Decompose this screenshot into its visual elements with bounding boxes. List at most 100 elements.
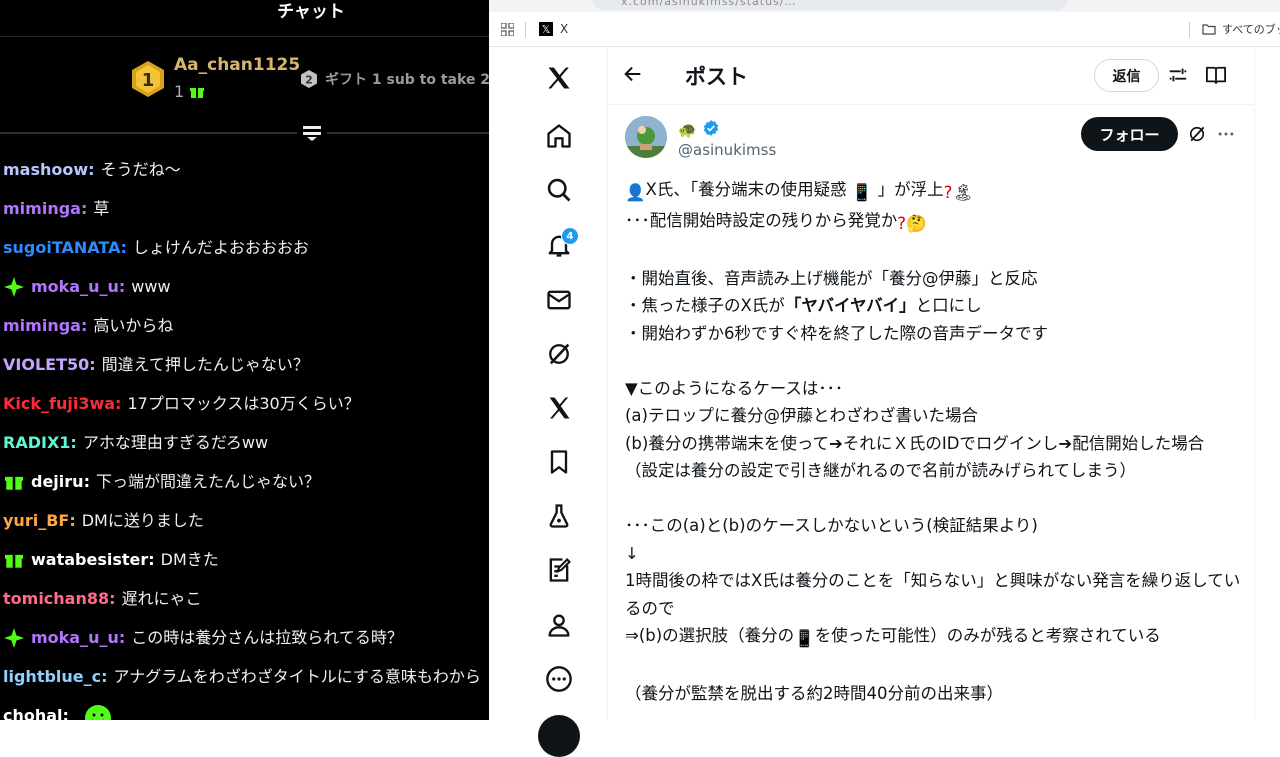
- chat-message: tomichan88: 遅れにゃこ: [0, 579, 489, 618]
- reader-mode-icon[interactable]: [1205, 65, 1227, 85]
- post-line: （設定は養分の設定で引き継がれるので名前が読みげられてしまう）: [625, 461, 1137, 480]
- x-favicon-icon: 𝕏: [539, 22, 553, 36]
- follow-button[interactable]: フォロー: [1081, 117, 1178, 151]
- divider: [0, 132, 489, 134]
- chat-colon: :: [115, 394, 122, 413]
- chat-message: RADIX1: アホな理由すぎるだろww: [0, 423, 489, 462]
- post-line: ･･･配信開始時設定の残りから発覚か: [625, 210, 898, 230]
- post-line: ・開始直後、音声読み上げ機能が「養分@伊藤」と反応: [625, 268, 1038, 288]
- chat-text: 高いからね: [93, 316, 174, 335]
- post-line: (b)養分の携帯端末を使って➔それにＸ氏のIDでログインし➔配信開始した場合: [625, 433, 1205, 453]
- chat-username[interactable]: miminga: [3, 306, 81, 345]
- avatar[interactable]: [625, 116, 667, 158]
- chat-message: miminga: 草: [0, 189, 489, 228]
- sort-settings-icon[interactable]: [1167, 64, 1189, 86]
- flask-icon[interactable]: [544, 501, 574, 531]
- chat-colon: :: [148, 550, 155, 569]
- page-title: ポスト: [685, 65, 748, 89]
- chat-text: 間違えて押したんじゃない？: [101, 355, 309, 374]
- all-bookmarks-label: すべてのブック: [1222, 23, 1280, 36]
- chat-username[interactable]: moka_u_u: [31, 267, 119, 306]
- x-logo-icon[interactable]: [544, 63, 574, 93]
- post-line: X氏、「養分端末の使用疑惑: [645, 180, 847, 199]
- chat-message: dejiru: 下っ端が間違えたんじゃない？: [0, 462, 489, 501]
- post-line: ▼このようになるケースは･･･: [625, 378, 844, 398]
- rank-1-badge-icon: 1: [132, 61, 164, 97]
- scrollbar[interactable]: [1254, 47, 1255, 720]
- post-detail: ポスト 返信 🐢 @asinukimss フォロー 👤X氏、「養分端末の使用疑惑…: [608, 47, 1253, 720]
- top-gifter-name[interactable]: Aa_chan1125: [174, 55, 300, 75]
- post-line: ・開始わずか6秒ですぐ枠を終了した際の音声データです: [625, 323, 1048, 343]
- chat-colon: :: [70, 433, 77, 452]
- island-icon: 🏝: [952, 183, 974, 202]
- menu-collapse-icon: [303, 126, 321, 141]
- chat-colon: :: [118, 277, 126, 296]
- chat-username[interactable]: sugoiTANATA: [3, 228, 120, 267]
- verified-badge-icon: [703, 120, 719, 136]
- browser-window: x.com/asinukimss/status/… 𝕏 X すべてのブック: [489, 0, 1280, 757]
- compose-post-button[interactable]: [538, 715, 580, 757]
- back-arrow-icon[interactable]: [622, 63, 644, 85]
- chat-username[interactable]: miminga: [3, 189, 81, 228]
- chat-text: www: [131, 277, 171, 296]
- chat-username[interactable]: RADIX1: [3, 423, 70, 462]
- profile-icon[interactable]: [544, 610, 574, 640]
- chat-colon: :: [83, 472, 90, 491]
- chat-username[interactable]: VIOLET50: [3, 345, 89, 384]
- green-smiley-emote-icon: [83, 701, 113, 720]
- user-handle[interactable]: @asinukimss: [678, 141, 776, 159]
- sparkle-badge-icon: [3, 276, 25, 298]
- bookmark-x[interactable]: 𝕏 X: [539, 22, 568, 36]
- chat-username[interactable]: moka_u_u: [31, 618, 119, 657]
- question-mark-icon: ?: [897, 213, 907, 233]
- divider: [608, 104, 1253, 105]
- chat-username[interactable]: chohal: [3, 696, 63, 720]
- premium-x-icon[interactable]: [544, 393, 574, 423]
- chat-username[interactable]: tomichan88: [3, 579, 109, 618]
- chat-message: sugoiTANATA: しょけんだよおおおおお: [0, 228, 489, 267]
- chat-username[interactable]: mashoow: [3, 150, 88, 189]
- home-icon[interactable]: [544, 121, 574, 151]
- divider: [0, 36, 489, 37]
- chat-username[interactable]: Kick_fuji3wa: [3, 384, 115, 423]
- articles-icon[interactable]: [544, 555, 574, 585]
- gift-count: 1: [174, 82, 185, 101]
- folder-icon: [1202, 24, 1216, 35]
- address-bar[interactable]: x.com/asinukimss/status/…: [593, 0, 1067, 10]
- notification-count-badge: 4: [561, 227, 579, 245]
- chat-message: miminga: 高いからね: [0, 306, 489, 345]
- chat-text: DMきた: [160, 550, 219, 569]
- chat-message: Kick_fuji3wa:17プロマックスは30万くらい？: [0, 384, 489, 423]
- address-text: x.com/asinukimss/status/…: [621, 0, 797, 8]
- collapse-leaderboard-button[interactable]: [297, 120, 327, 146]
- post-line: ⇒(b)の選択肢（養分の: [625, 626, 795, 645]
- chat-username[interactable]: watabesister: [31, 540, 148, 579]
- post-line: と口にし: [915, 296, 982, 315]
- thinking-face-icon: 🤔: [906, 213, 927, 233]
- more-menu-icon[interactable]: [544, 664, 574, 694]
- all-bookmarks-button[interactable]: すべてのブック: [1202, 21, 1280, 37]
- chat-text: しょけんだよおおおおお: [132, 238, 309, 257]
- chat-colon: :: [118, 628, 126, 647]
- apps-grid-icon[interactable]: [501, 23, 514, 36]
- reply-button[interactable]: 返信: [1094, 59, 1159, 92]
- grok-icon[interactable]: [544, 339, 574, 369]
- more-options-icon[interactable]: [1216, 124, 1236, 144]
- search-icon[interactable]: [544, 175, 574, 205]
- chat-message: moka_u_u: この時は養分さんは拉致られてる時？: [0, 618, 489, 657]
- gift-badge-icon: [3, 471, 25, 493]
- grok-explain-icon[interactable]: [1187, 124, 1207, 144]
- chat-text: 17プロマックスは30万くらい？: [127, 394, 360, 413]
- messages-icon[interactable]: [544, 285, 574, 315]
- bookmarks-icon[interactable]: [544, 447, 574, 477]
- chat-username[interactable]: yuri_BF: [3, 501, 69, 540]
- chat-username[interactable]: dejiru: [31, 462, 84, 501]
- browser-toolbar: x.com/asinukimss/status/…: [489, 0, 1280, 12]
- chat-colon: :: [62, 706, 69, 720]
- chat-colon: :: [80, 199, 88, 218]
- chat-username[interactable]: lightblue_c: [3, 657, 101, 696]
- gift-icon: [190, 87, 205, 98]
- chat-text: アナグラムをわざわざタイトルにする意味もわから: [113, 667, 481, 686]
- chat-message: chohal:: [0, 696, 489, 720]
- chat-message: mashoow: そうだね～: [0, 150, 489, 189]
